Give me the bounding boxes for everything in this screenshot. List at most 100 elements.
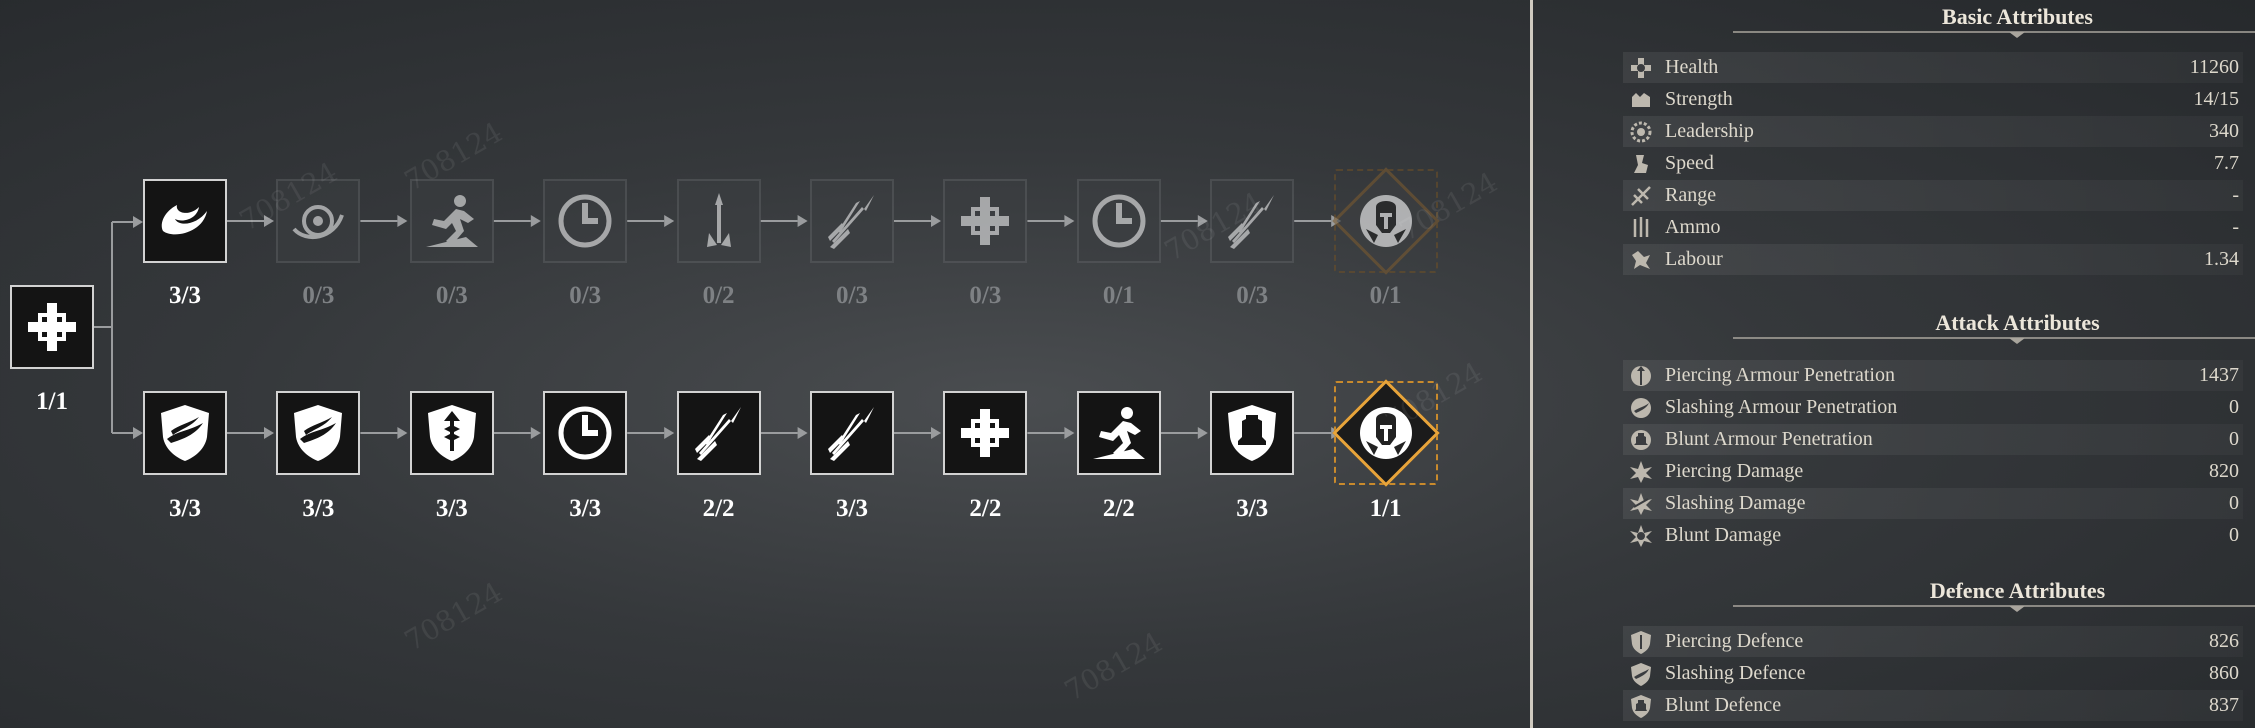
attribute-value: 1.34 xyxy=(2204,248,2239,270)
blunt-defence-icon xyxy=(1627,692,1655,720)
attribute-row: Piercing Damage 820 xyxy=(1623,456,2243,487)
section-underline xyxy=(1733,31,2255,38)
connector-arrow xyxy=(397,215,408,227)
attribute-value: 1437 xyxy=(2199,364,2239,386)
piercing-damage-icon xyxy=(1627,458,1655,486)
attribute-label: Blunt Damage xyxy=(1665,524,1782,546)
bottom-row-skill-node[interactable] xyxy=(1076,391,1161,475)
attribute-label: Piercing Damage xyxy=(1665,460,1804,482)
piercing-pen-icon xyxy=(1627,362,1655,390)
slashing-pen-icon xyxy=(1627,394,1655,422)
shield-wing-icon xyxy=(161,405,209,461)
labour-icon xyxy=(1627,246,1655,274)
cross-icon xyxy=(28,303,76,351)
attribute-row: Piercing Defence 826 xyxy=(1623,626,2243,657)
attribute-label: Leadership xyxy=(1665,120,1754,142)
bottom-row-skill-node[interactable] xyxy=(810,391,894,475)
attribute-row: Range - xyxy=(1623,180,2243,211)
attribute-value: 0 xyxy=(2229,524,2239,546)
top-row-skill-node[interactable] xyxy=(943,179,1028,263)
connector-lines xyxy=(94,215,1342,439)
range-icon xyxy=(1627,182,1655,210)
runner-icon xyxy=(425,195,478,247)
attribute-row: Blunt Damage 0 xyxy=(1623,520,2243,551)
attribute-value: 11260 xyxy=(2189,56,2239,78)
runner-icon xyxy=(1092,407,1145,459)
clock-icon xyxy=(1092,194,1146,248)
attribute-row: Strength 14/15 xyxy=(1623,84,2243,115)
bottom-row-skill-node[interactable] xyxy=(943,391,1028,475)
attribute-row: Health 11260 xyxy=(1623,52,2243,83)
bottom-row-skill-count: 3/3 xyxy=(169,495,201,522)
cross-icon xyxy=(961,197,1010,245)
bottom-row-skill-count: 3/3 xyxy=(1236,495,1269,522)
bottom-row-skill-count: 2/2 xyxy=(702,495,735,522)
attribute-row: Slashing Armour Penetration 0 xyxy=(1623,392,2243,423)
attribute-value: 0 xyxy=(2229,428,2239,450)
root-skill-node[interactable] xyxy=(10,285,94,369)
top-row-skill-node[interactable] xyxy=(1076,179,1161,263)
top-row-skill-node[interactable] xyxy=(543,179,628,263)
attribute-label: Speed xyxy=(1665,152,1714,174)
section-underline xyxy=(1733,337,2255,344)
connector-arrow xyxy=(530,215,541,227)
connector-arrow xyxy=(931,215,941,227)
spears-icon xyxy=(828,407,874,461)
bottom-row-skill-node[interactable] xyxy=(143,391,227,475)
slashing-defence-icon xyxy=(1627,660,1655,688)
bottom-row-skill-node[interactable] xyxy=(1210,391,1295,475)
shield-wing-icon xyxy=(294,405,343,461)
section-underline xyxy=(1733,605,2255,612)
attribute-label: Piercing Armour Penetration xyxy=(1665,364,1895,386)
basic-attributes-title: Basic Attributes xyxy=(1942,4,2093,29)
attribute-value: 826 xyxy=(2209,630,2239,652)
connector-arrow xyxy=(931,427,941,439)
top-row-skill-count: 3/3 xyxy=(169,282,201,309)
connector-arrow xyxy=(664,215,675,227)
bottom-row-skill-count: 3/3 xyxy=(435,495,468,522)
attribute-row: Piercing Armour Penetration 1437 xyxy=(1623,360,2243,391)
top-row-skill-count: 0/3 xyxy=(1236,282,1269,309)
attribute-label: Range xyxy=(1665,184,1717,206)
defence-attributes-title: Defence Attributes xyxy=(1929,578,2106,603)
attribute-row: Speed 7.7 xyxy=(1623,148,2243,179)
swirl-blade-icon xyxy=(161,205,207,235)
top-row-skill-count: 0/3 xyxy=(435,282,468,309)
attribute-row: Ammo - xyxy=(1623,212,2243,243)
blunt-damage-icon xyxy=(1627,522,1655,550)
attributes-panel: Basic Attributes Health 11260 Strength 14/1… xyxy=(1533,0,2255,728)
bottom-row-skill-node[interactable] xyxy=(543,391,628,475)
attribute-label: Slashing Armour Penetration xyxy=(1665,396,1898,418)
attribute-value: 837 xyxy=(2209,694,2239,716)
clock-icon xyxy=(558,406,612,460)
connector-arrow xyxy=(397,427,408,439)
attribute-row: Blunt Armour Penetration 0 xyxy=(1623,424,2243,455)
attack-attributes-title: Attack Attributes xyxy=(1935,310,2100,335)
bottom-row-skill-node[interactable] xyxy=(276,391,361,475)
top-row-skill-count: 0/3 xyxy=(302,282,335,309)
strength-icon xyxy=(1627,86,1655,114)
bottom-row-skill-node[interactable] xyxy=(676,391,761,475)
shield-arrow-icon xyxy=(427,405,476,461)
top-row-skill-count: 0/3 xyxy=(569,282,602,309)
bottom-row-skill-count: 2/2 xyxy=(969,495,1002,522)
piercing-defence-icon xyxy=(1627,628,1655,656)
top-row-skill-node[interactable] xyxy=(143,179,227,263)
top-row-skill-node[interactable] xyxy=(676,179,761,263)
attribute-row: Slashing Defence 860 xyxy=(1623,658,2243,689)
top-row-skill-count: 0/1 xyxy=(1369,282,1402,309)
bottom-row-skill-node[interactable] xyxy=(409,391,494,475)
attribute-label: Strength xyxy=(1665,88,1733,110)
attribute-value: 820 xyxy=(2209,460,2239,482)
connector-arrow xyxy=(1064,427,1075,439)
spears-icon xyxy=(694,407,741,461)
attribute-label: Blunt Armour Penetration xyxy=(1665,428,1873,450)
attribute-value: 0 xyxy=(2229,492,2239,514)
clock-icon xyxy=(558,194,612,248)
attribute-value: - xyxy=(2232,216,2239,238)
connector-arrow xyxy=(797,215,808,227)
attribute-row: Slashing Damage 0 xyxy=(1623,488,2243,519)
top-row-skill-node[interactable] xyxy=(810,179,894,263)
bottom-row-skill-count: 3/3 xyxy=(302,495,335,522)
leadership-icon xyxy=(1627,118,1655,146)
